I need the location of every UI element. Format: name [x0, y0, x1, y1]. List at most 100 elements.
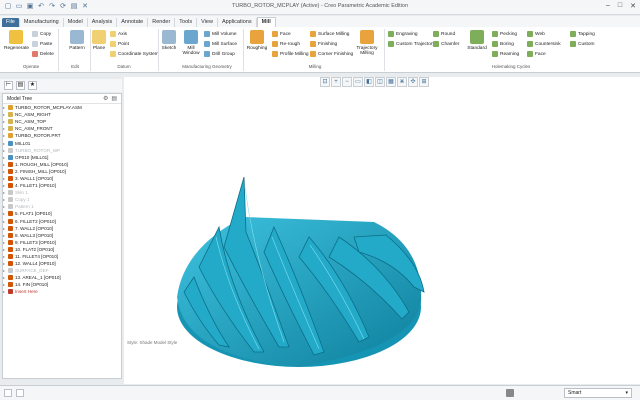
tree-item[interactable]: ▸ NC_ASM_FRONT: [3, 125, 121, 132]
pecking-button[interactable]: Pecking: [492, 31, 517, 37]
tree-item[interactable]: ▸ NC_ASM_TOP: [3, 118, 121, 125]
tab-render[interactable]: Render: [148, 18, 176, 27]
maximize-icon[interactable]: □: [618, 2, 622, 10]
copy-button[interactable]: Copy: [32, 31, 51, 37]
tree-item[interactable]: ▸ 12. WALL4 [OP010]: [3, 260, 121, 267]
trajectory-milling-button[interactable]: Trajectory Milling: [352, 30, 382, 56]
tree-item-label: 1. ROUGH_MILL [OP010]: [15, 161, 68, 167]
tree-item[interactable]: ▸ 8. WALL3 [OP010]: [3, 232, 121, 239]
tab-analysis[interactable]: Analysis: [88, 18, 118, 27]
rerough-button[interactable]: Re-rough: [272, 41, 300, 47]
custom-trajectory-button[interactable]: Custom Trajectory: [388, 41, 435, 47]
mill-surface-button[interactable]: Mill Surface: [204, 41, 237, 47]
drill-group-button[interactable]: Drill Group: [204, 51, 235, 57]
tab-file[interactable]: File: [2, 18, 20, 27]
zoom-out-icon[interactable]: −: [342, 77, 352, 87]
tab-manufacturing[interactable]: Manufacturing: [20, 18, 64, 27]
pattern-button[interactable]: Pattern: [66, 30, 88, 51]
axis-button[interactable]: Axis: [110, 31, 127, 37]
tree-item[interactable]: ▸ 13. AREAL_1 [OP010]: [3, 274, 121, 281]
sketch-button[interactable]: Sketch: [160, 30, 178, 51]
custom-button[interactable]: Custom: [570, 41, 595, 47]
round-button[interactable]: Round: [433, 31, 455, 37]
tab-view[interactable]: View: [197, 18, 218, 27]
profile-milling-button[interactable]: Profile Milling: [272, 51, 309, 57]
minimize-icon[interactable]: –: [606, 2, 610, 10]
boring-button[interactable]: Boring: [492, 41, 514, 47]
navigator-toggle-icon[interactable]: [4, 389, 12, 397]
view-manager-icon[interactable]: ▦: [386, 77, 396, 87]
delete-button[interactable]: Delete: [32, 51, 54, 57]
countersink-button[interactable]: Countersink: [527, 41, 561, 47]
selection-filter-dropdown[interactable]: Smart ▾: [564, 388, 632, 398]
pecking-icon: [492, 31, 498, 37]
browser-toggle-icon[interactable]: [16, 389, 24, 397]
tree-item[interactable]: ▸ TURBO_ROTOR_MCPLAY.ASM: [3, 104, 121, 111]
display-style-icon[interactable]: ◧: [364, 77, 374, 87]
tree-item[interactable]: ▸ 11. FILLET4 [OP010]: [3, 253, 121, 260]
corner-finishing-button[interactable]: Corner Finishing: [310, 51, 353, 57]
tree-item[interactable]: ▸ 10. FLAT2 [OP010]: [3, 246, 121, 253]
mill-volume-button[interactable]: Mill Volume: [204, 31, 237, 37]
repaint-icon[interactable]: ▭: [353, 77, 363, 87]
engraving-button[interactable]: Engraving: [388, 31, 418, 37]
tree-item[interactable]: ▸ TURBO_ROTOR.PRT: [3, 132, 121, 139]
facing-button[interactable]: Face: [527, 51, 546, 57]
csys-button[interactable]: Coordinate System: [110, 51, 159, 57]
tab-applications[interactable]: Applications: [218, 18, 257, 27]
tree-item[interactable]: ▸ 1. ROUGH_MILL [OP010]: [3, 161, 121, 168]
graphics-area[interactable]: [124, 77, 640, 384]
chamfer-button[interactable]: Chamfer: [433, 41, 459, 47]
mill-window-button[interactable]: Mill Window: [180, 30, 202, 56]
selection-filter-icon[interactable]: [506, 389, 514, 397]
face-button[interactable]: Face: [272, 31, 291, 37]
web-button[interactable]: Web: [527, 31, 545, 37]
saved-views-icon[interactable]: ◫: [375, 77, 385, 87]
roughing-button[interactable]: Roughing: [245, 30, 269, 51]
annotation-display-icon[interactable]: ⊞: [419, 77, 429, 87]
tree-item[interactable]: ▸ 5. FLAT1 [OP010]: [3, 210, 121, 217]
tab-annotate[interactable]: Annotate: [117, 18, 149, 27]
zoom-in-icon[interactable]: +: [331, 77, 341, 87]
tab-model[interactable]: Model: [64, 18, 88, 27]
ribbon: Regenerate Operate Copy Paste Delete Pat…: [0, 27, 640, 73]
tree-item[interactable]: ▸ Skin 1: [3, 189, 121, 196]
reaming-button[interactable]: Reaming: [492, 51, 519, 57]
regenerate-button[interactable]: Regenerate: [4, 30, 29, 51]
tree-item[interactable]: ▸ SURFACE_DEF: [3, 267, 121, 274]
tree-item[interactable]: ▸ 6. FILLET2 [OP010]: [3, 218, 121, 225]
rotor-model[interactable]: [124, 77, 640, 384]
tree-item[interactable]: ▸ NC_ASM_RIGHT: [3, 111, 121, 118]
tree-item[interactable]: ▸ 4. FILLET1 [OP010]: [3, 182, 121, 189]
insert-here-marker[interactable]: ▸ Insert Here: [3, 288, 121, 295]
tree-item[interactable]: ▸ OP010 [MILL01]: [3, 154, 121, 161]
tree-item-label: TURBO_ROTOR_MCPLAY.ASM: [15, 105, 82, 111]
standard-button[interactable]: Standard: [464, 30, 490, 51]
tree-item[interactable]: ▸ 3. WALL1 [OP010]: [3, 175, 121, 182]
surface-milling-button[interactable]: Surface Milling: [310, 31, 349, 37]
model-tree-tab-icon[interactable]: ⊢: [4, 81, 13, 90]
tree-item[interactable]: ▸ 7. WALL2 [OP010]: [3, 225, 121, 232]
close-icon[interactable]: ✕: [630, 2, 636, 10]
finishing-button[interactable]: Finishing: [310, 41, 337, 47]
paste-button[interactable]: Paste: [32, 41, 52, 47]
settings-icon[interactable]: ⚙: [103, 95, 108, 102]
tree-item[interactable]: ▸ Copy 1: [3, 196, 121, 203]
tree-item[interactable]: ▸ MILL01: [3, 139, 121, 146]
tree-item[interactable]: ▸ 14. FIN [OP010]: [3, 281, 121, 288]
show-icon[interactable]: ▤: [111, 95, 117, 102]
tab-mill[interactable]: Mill: [256, 17, 276, 27]
tree-item[interactable]: ▸ 2. FINISH_MILL [OP010]: [3, 168, 121, 175]
spin-center-icon[interactable]: ✣: [408, 77, 418, 87]
refit-icon[interactable]: ⊡: [320, 77, 330, 87]
favorites-tab-icon[interactable]: ★: [28, 81, 37, 90]
tab-tools[interactable]: Tools: [175, 18, 198, 27]
tree-item[interactable]: ▸ TURBO_ROTOR_WP: [3, 147, 121, 154]
tapping-button[interactable]: Tapping: [570, 31, 595, 37]
plane-button[interactable]: Plane: [92, 30, 106, 51]
datum-display-icon[interactable]: ⋇: [397, 77, 407, 87]
point-button[interactable]: Point: [110, 41, 129, 47]
tree-item[interactable]: ▸ 9. FILLET3 [OP010]: [3, 239, 121, 246]
folder-browser-tab-icon[interactable]: ▤: [16, 81, 25, 90]
tree-item[interactable]: ▸ Pattern 1: [3, 203, 121, 210]
